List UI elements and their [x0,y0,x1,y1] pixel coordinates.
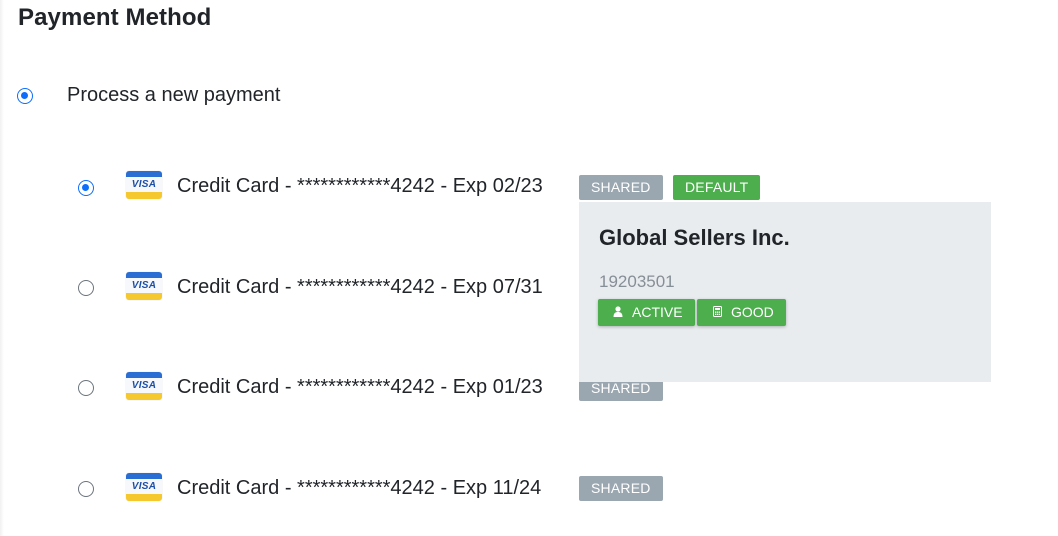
customer-popover: Global Sellers Inc. 19203501 ACTIVE GOOD [579,202,991,382]
card-radio-4[interactable] [78,481,94,497]
payment-method-page: Payment Method Process a new payment VIS… [0,0,1058,536]
shared-badge: SHARED [579,175,663,200]
card-label-4[interactable]: Credit Card - ************4242 - Exp 11/… [177,477,541,500]
card-label-1[interactable]: Credit Card - ************4242 - Exp 02/… [177,175,543,198]
card-label-3[interactable]: Credit Card - ************4242 - Exp 01/… [177,376,543,399]
shared-badge: SHARED [579,476,663,501]
left-edge-shadow [0,0,4,536]
new-payment-radio[interactable] [17,88,33,104]
calculator-icon [711,301,723,328]
active-status-badge: ACTIVE [598,299,695,326]
customer-id: 19203501 [599,272,675,291]
credit-status-badge: GOOD [697,299,786,326]
visa-card-icon: VISA [126,272,162,300]
visa-card-icon: VISA [126,473,162,501]
visa-card-icon: VISA [126,372,162,400]
card-radio-2[interactable] [78,280,94,296]
customer-name: Global Sellers Inc. [599,225,790,250]
card-radio-1[interactable] [78,180,94,196]
card-radio-3[interactable] [78,380,94,396]
default-badge: DEFAULT [673,175,761,200]
new-payment-label[interactable]: Process a new payment [67,84,280,107]
user-icon [612,301,624,328]
card-label-2[interactable]: Credit Card - ************4242 - Exp 07/… [177,276,543,299]
page-title: Payment Method [18,4,212,31]
visa-card-icon: VISA [126,171,162,199]
